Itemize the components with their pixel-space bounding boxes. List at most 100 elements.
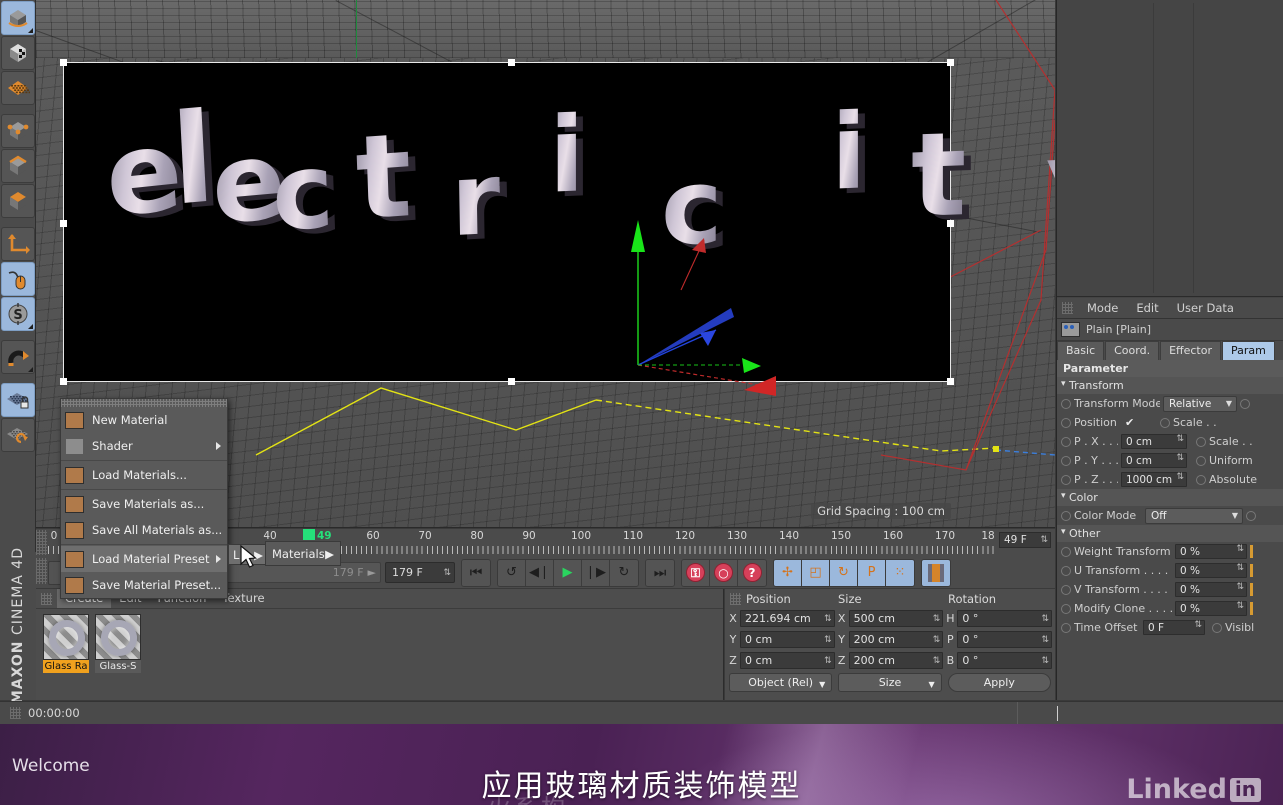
- panel-grip-icon[interactable]: [10, 707, 21, 719]
- size-x-field[interactable]: 500 cm: [848, 610, 944, 627]
- loop-back-button[interactable]: ↺: [498, 559, 526, 586]
- enable-axis-mouse-icon[interactable]: [1, 262, 35, 296]
- attribute-object-row[interactable]: Plain [Plain]: [1057, 319, 1283, 341]
- attribute-manager[interactable]: Mode Edit User Data Plain [Plain] Basic C…: [1057, 298, 1283, 700]
- render-settings-icon[interactable]: [1, 71, 35, 105]
- position-y-radio-icon[interactable]: [1061, 455, 1071, 466]
- resize-handle-tr[interactable]: [947, 59, 954, 66]
- record-active-objects-button[interactable]: ⚿: [682, 559, 710, 586]
- context-menu-item-save-material-preset[interactable]: Save Material Preset...: [61, 572, 227, 598]
- loop-forward-button[interactable]: ↻: [610, 559, 638, 586]
- position-x-row[interactable]: P . X . . . 0 cm Scale . .: [1057, 432, 1283, 451]
- absolute-radio-icon[interactable]: [1196, 474, 1206, 485]
- weight-transform-row[interactable]: Weight Transform 0 %: [1057, 542, 1283, 561]
- color-extra-radio-icon[interactable]: [1246, 510, 1256, 521]
- position-z-radio-icon[interactable]: [1061, 474, 1071, 485]
- record-position-button[interactable]: ✢: [774, 559, 802, 586]
- v-transform-slider[interactable]: [1250, 583, 1253, 596]
- position-y-field[interactable]: 0 cm: [740, 631, 835, 648]
- record-pla-button[interactable]: ⁙: [886, 559, 914, 586]
- object-manager-empty[interactable]: [1057, 0, 1283, 297]
- attribute-tab-basic[interactable]: Basic: [1057, 341, 1105, 360]
- position-z-field[interactable]: 0 cm: [740, 652, 835, 669]
- live-selection-tool-icon[interactable]: [1, 1, 35, 35]
- timeline-extra-group[interactable]: [921, 558, 951, 587]
- resize-handle-br[interactable]: [947, 378, 954, 385]
- coordinate-rows[interactable]: X 221.694 cm X 500 cm H 0 ° Y 0 cm Y 200…: [725, 608, 1055, 671]
- position-z-field[interactable]: 1000 cm: [1121, 472, 1187, 487]
- workplane-rotate-icon[interactable]: [1, 418, 35, 452]
- workplane-lock-icon[interactable]: [1, 383, 35, 417]
- u-transform-slider[interactable]: [1250, 564, 1253, 577]
- panel-grip-icon[interactable]: [1062, 302, 1073, 314]
- u-transform-row[interactable]: U Transform . . . . . 0 %: [1057, 561, 1283, 580]
- color-group-header[interactable]: Color: [1057, 489, 1283, 506]
- rotation-h-field[interactable]: 0 °: [957, 610, 1053, 627]
- u-transform-field[interactable]: 0 %: [1175, 563, 1247, 578]
- record-scale-button[interactable]: ◰: [802, 559, 830, 586]
- context-submenu-materials[interactable]: Materials ▶: [265, 541, 341, 566]
- step-forward-button[interactable]: ❘▶: [582, 559, 610, 586]
- position-x-field[interactable]: 221.694 cm: [740, 610, 835, 627]
- context-menu-tearoff-handle[interactable]: [61, 399, 227, 407]
- transform-mode-dropdown[interactable]: Relative: [1163, 395, 1237, 412]
- coordinate-size-dropdown[interactable]: Size: [838, 673, 942, 693]
- render-view-icon[interactable]: [1, 36, 35, 70]
- rotation-p-field[interactable]: 0 °: [957, 631, 1053, 648]
- material-thumbnail[interactable]: [95, 614, 141, 660]
- position-y-row[interactable]: P . Y . . . 0 cm Uniform: [1057, 451, 1283, 470]
- material-name[interactable]: Glass Ra: [43, 660, 89, 673]
- scale-radio-icon-2[interactable]: [1196, 436, 1206, 447]
- timeline-filmstrip-button[interactable]: [922, 559, 950, 586]
- resize-handle-bc[interactable]: [508, 378, 515, 385]
- resize-handle-tl[interactable]: [60, 59, 67, 66]
- context-menu-item-save-all-materials-as[interactable]: Save All Materials as...: [61, 517, 227, 543]
- time-offset-field[interactable]: 0 F: [1143, 620, 1205, 635]
- resize-handle-bl[interactable]: [60, 378, 67, 385]
- color-mode-dropdown[interactable]: Off: [1145, 507, 1243, 524]
- context-menu-item-new-material[interactable]: New Material: [61, 407, 227, 433]
- coordinate-row[interactable]: Y 0 cm Y 200 cm P 0 °: [725, 629, 1055, 650]
- record-rotation-button[interactable]: ↻: [830, 559, 858, 586]
- material-thumbnail[interactable]: [43, 614, 89, 660]
- transport-main-group[interactable]: ↺ ◀❘ ▶ ❘▶ ↻: [497, 558, 639, 587]
- axis-modify-icon[interactable]: [1, 227, 35, 261]
- context-menu-item-load-material-preset[interactable]: Load Material Preset: [61, 546, 227, 572]
- timeline-playhead[interactable]: [303, 529, 315, 540]
- v-transform-field[interactable]: 0 %: [1175, 582, 1247, 597]
- transform-mode-row[interactable]: Transform Mode Relative: [1057, 394, 1283, 413]
- menu-user-data[interactable]: User Data: [1168, 298, 1243, 319]
- position-y-field[interactable]: 0 cm: [1121, 453, 1187, 468]
- transport-first-group[interactable]: ⏮: [461, 558, 491, 587]
- apply-button[interactable]: Apply: [947, 673, 1051, 692]
- transport-last-group[interactable]: ⏭: [645, 558, 675, 587]
- position-z-row[interactable]: P . Z . . . 1000 cm Absolute: [1057, 470, 1283, 489]
- material-swatch[interactable]: Glass-S: [95, 614, 141, 673]
- weight-transform-slider[interactable]: [1250, 545, 1253, 558]
- color-mode-row[interactable]: Color Mode Off: [1057, 506, 1283, 525]
- keyframe-toggle-group[interactable]: ✢ ◰ ↻ P ⁙: [773, 558, 915, 587]
- position-radio-icon[interactable]: [1061, 417, 1071, 428]
- modify-clone-slider[interactable]: [1250, 602, 1253, 615]
- record-tools-group[interactable]: ⚿ ○?: [681, 558, 767, 587]
- modify-clone-field[interactable]: 0 %: [1175, 601, 1247, 616]
- attribute-tab-effector[interactable]: Effector: [1160, 341, 1221, 360]
- points-mode-icon[interactable]: [1, 114, 35, 148]
- coordinate-buttons[interactable]: Object (Rel) Size Apply: [725, 671, 1055, 694]
- transform-mode-extra-radio-icon[interactable]: [1240, 398, 1250, 409]
- coordinate-manager[interactable]: Position Size Rotation X 221.694 cm X 50…: [725, 589, 1055, 700]
- rotation-b-field[interactable]: 0 °: [957, 652, 1053, 669]
- resize-handle-tc[interactable]: [508, 59, 515, 66]
- attribute-tabs[interactable]: Basic Coord. Effector Param: [1057, 341, 1283, 360]
- modify-clone-radio-icon[interactable]: [1061, 603, 1071, 614]
- material-swatch-list[interactable]: Glass Ra Glass-S: [36, 609, 723, 678]
- go-to-end-button[interactable]: ⏭: [646, 559, 674, 586]
- position-row[interactable]: Position ✔ Scale . .: [1057, 413, 1283, 432]
- soft-interaction-icon[interactable]: S: [1, 297, 35, 331]
- material-context-menu[interactable]: New Material Shader Load Materials... Sa…: [60, 398, 228, 599]
- other-group-header[interactable]: Other: [1057, 525, 1283, 542]
- step-back-button[interactable]: ◀❘: [526, 559, 554, 586]
- edges-mode-icon[interactable]: [1, 149, 35, 183]
- context-menu-item-shader[interactable]: Shader: [61, 433, 227, 459]
- go-to-start-button[interactable]: ⏮: [462, 559, 490, 586]
